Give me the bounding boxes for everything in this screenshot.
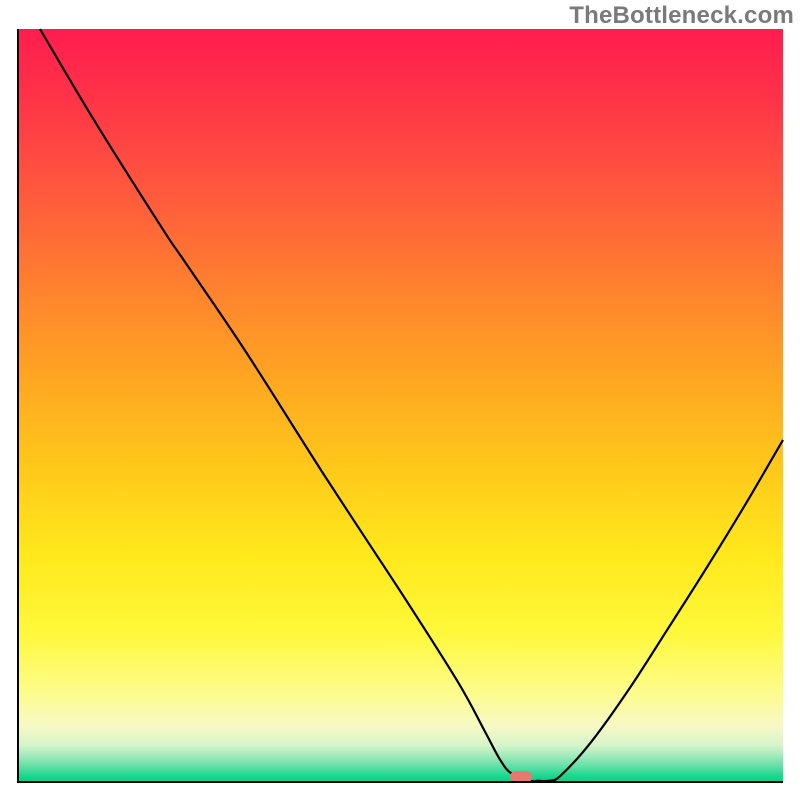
optimum-marker	[510, 771, 532, 783]
bottleneck-curve	[40, 29, 783, 781]
watermark-text: TheBottleneck.com	[569, 2, 794, 30]
chart-frame: TheBottleneck.com	[0, 0, 800, 800]
curve-layer	[17, 29, 783, 783]
